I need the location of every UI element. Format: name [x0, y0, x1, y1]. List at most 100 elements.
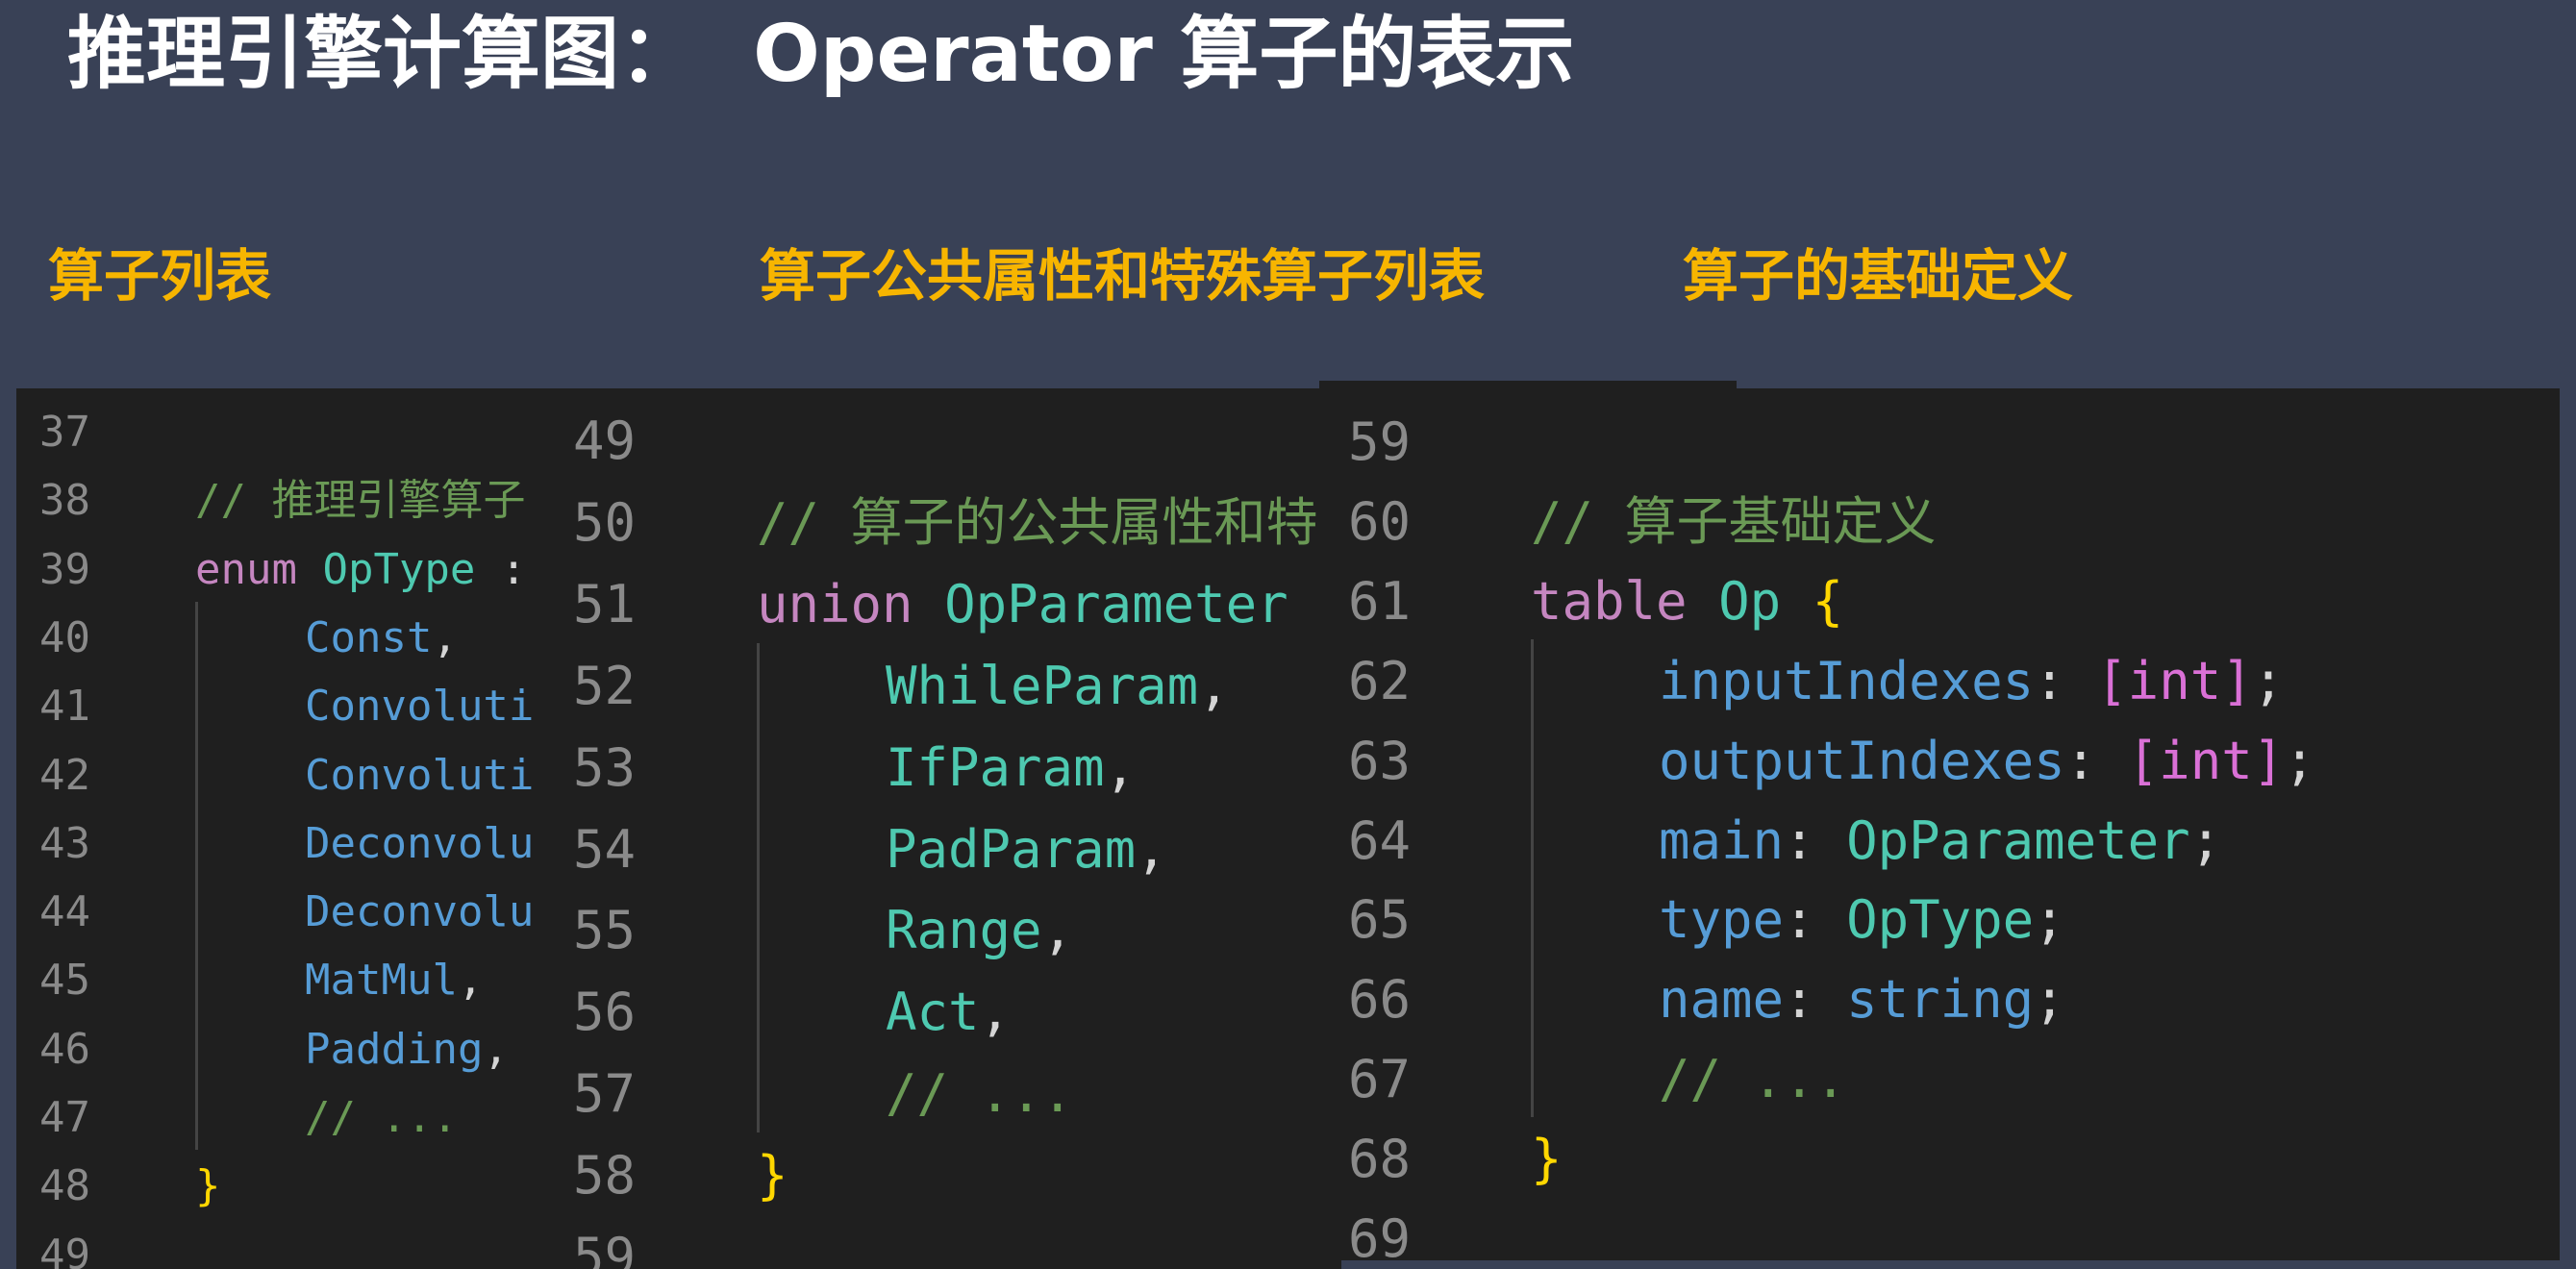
code-token: :	[2034, 650, 2097, 711]
code-text: // ...	[305, 1083, 458, 1153]
code-text: Act,	[886, 971, 1011, 1053]
line-number: 49	[573, 411, 637, 471]
code-token: Range	[886, 900, 1042, 961]
code-token: [int]	[2127, 730, 2285, 791]
line-number: 42	[39, 750, 90, 800]
line-number: 69	[1348, 1208, 1412, 1260]
code-token: MatMul	[305, 956, 458, 1006]
line-number: 63	[1348, 730, 1412, 791]
section-heading-basic-definition: 算子的基础定义	[1683, 243, 2074, 309]
code-text: // ...	[1659, 1039, 1846, 1120]
code-token: OpParameter	[944, 573, 1288, 634]
section-heading-operator-list: 算子列表	[48, 243, 272, 309]
code-text: // 算子的公共属性和特	[757, 482, 1318, 563]
line-number: 37	[39, 408, 90, 457]
code-token: {	[1812, 570, 1844, 632]
line-number: 64	[1348, 809, 1412, 871]
code-token: outputIndexes	[1659, 730, 2065, 791]
line-number: 38	[39, 476, 90, 526]
code-token: OpType	[322, 544, 476, 594]
code-text: Const,	[305, 604, 458, 673]
code-token: ,	[483, 1024, 509, 1074]
code-text: // 推理引擎算子	[195, 466, 525, 535]
line-number: 53	[573, 736, 637, 798]
line-number: 61	[1348, 570, 1412, 632]
line-number: 44	[39, 887, 90, 937]
line-number: 48	[39, 1161, 90, 1211]
indent-guide	[1531, 638, 1534, 1118]
code-token: ,	[1041, 900, 1074, 961]
line-number: 62	[1348, 650, 1412, 711]
code-token: table	[1531, 570, 1688, 632]
line-number: 57	[573, 1063, 637, 1125]
code-token: type	[1659, 889, 1785, 951]
line-number: 43	[39, 818, 90, 868]
code-text: Range,	[886, 889, 1073, 971]
code-text: enum OpType :	[195, 535, 526, 605]
code-token: string	[1846, 969, 2035, 1031]
code-text: }	[1531, 1119, 1563, 1200]
code-token: :	[475, 544, 527, 594]
code-token: ,	[1198, 655, 1230, 716]
line-number: 51	[573, 573, 637, 634]
code-token: Convoluti	[305, 682, 535, 732]
indent-guide	[757, 642, 760, 1133]
line-number: 58	[573, 1145, 637, 1207]
line-number: 68	[1348, 1129, 1412, 1190]
code-token: [int]	[2096, 650, 2253, 711]
code-token: ;	[2034, 889, 2065, 951]
code-panel-basic-definition: 59 60// 算子基础定义 61 table Op {62 inputIndexes:…	[1319, 388, 2560, 1260]
code-text: Convoluti	[305, 672, 534, 741]
code-token: ,	[432, 612, 458, 662]
line-number: 56	[573, 982, 637, 1043]
code-text: }	[757, 1134, 788, 1216]
line-number: 66	[1348, 969, 1412, 1031]
code-token: :	[2064, 730, 2128, 791]
line-number: 54	[573, 818, 637, 880]
code-token: union	[757, 573, 913, 634]
code-token: :	[1784, 889, 1847, 951]
code-token: }	[195, 1161, 221, 1211]
code-token: // 算子的公共属性和特	[757, 491, 1318, 553]
code-token: ;	[2252, 650, 2285, 711]
code-token: // ...	[886, 1063, 1074, 1125]
code-token: // ...	[305, 1093, 458, 1142]
line-number: 67	[1348, 1049, 1412, 1110]
code-token: ,	[1136, 818, 1167, 880]
code-text: Padding,	[305, 1015, 509, 1084]
code-text: type: OpType;	[1659, 880, 2065, 960]
code-token: Op	[1718, 570, 1782, 632]
code-token: // ...	[1659, 1049, 1847, 1110]
code-text: union OpParameter	[757, 563, 1288, 645]
code-token: }	[1531, 1129, 1563, 1190]
code-token: // 算子基础定义	[1531, 490, 1937, 552]
line-number: 49	[39, 1230, 90, 1269]
code-token: Padding	[305, 1024, 484, 1074]
line-number: 60	[1348, 490, 1412, 552]
line-number: 50	[573, 491, 637, 553]
code-text: // 算子基础定义	[1531, 482, 1937, 562]
code-token: OpType	[1846, 889, 2035, 951]
code-token: ;	[2034, 969, 2065, 1031]
code-text: Convoluti	[305, 741, 534, 810]
code-token: :	[1784, 969, 1847, 1031]
line-number: 46	[39, 1024, 90, 1074]
code-token: Deconvolu	[305, 887, 535, 937]
indent-guide	[195, 601, 198, 1151]
line-number: 52	[573, 655, 637, 716]
code-text: WhileParam,	[886, 645, 1230, 727]
line-number: 55	[573, 900, 637, 961]
line-number: 39	[39, 544, 90, 594]
line-number: 59	[1348, 411, 1412, 472]
slide-title: 推理引擎计算图： Operator 算子的表示	[67, 9, 1575, 100]
code-token: Convoluti	[305, 750, 535, 800]
code-token: IfParam	[886, 736, 1105, 798]
line-number: 45	[39, 956, 90, 1006]
code-token: :	[1784, 809, 1847, 871]
code-token: name	[1659, 969, 1785, 1031]
code-panel-common-attributes: 49 50 // 算子的公共属性和特 51 union OpParameter 52 Whi…	[540, 388, 1341, 1269]
